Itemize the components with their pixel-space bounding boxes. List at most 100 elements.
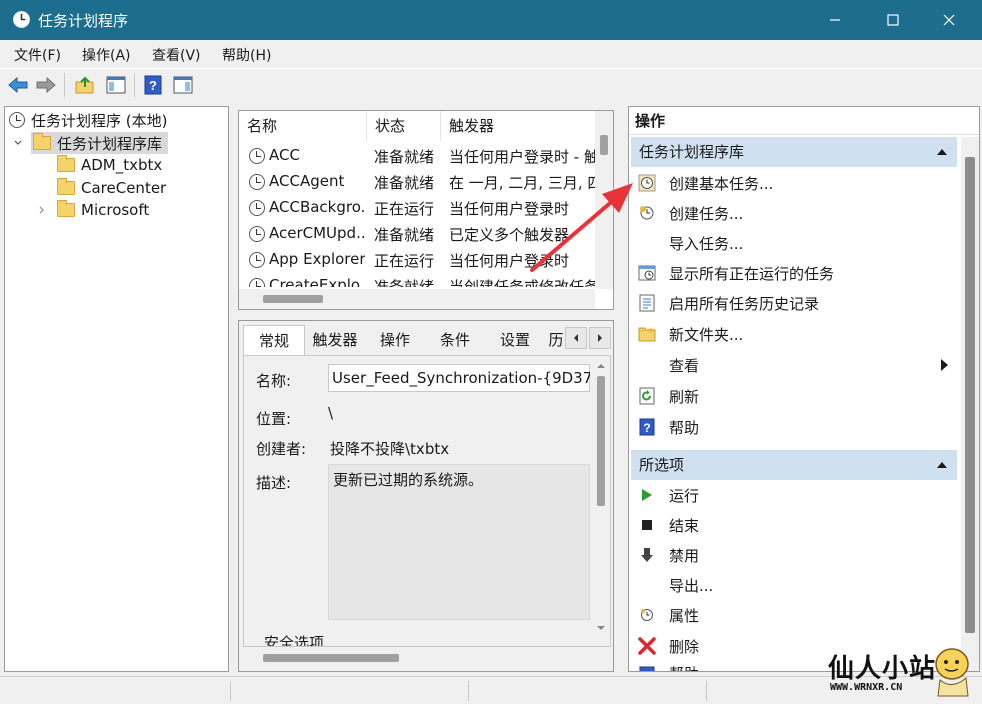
tree-node-root[interactable]: 任务计划程序 (本地) [9, 109, 167, 131]
tree-node-label: Microsoft [81, 201, 150, 219]
menu-help[interactable]: 帮助(H) [222, 45, 271, 65]
action-create-task[interactable]: 创建任务... [629, 198, 959, 228]
help-icon: ? [637, 417, 657, 437]
menu-bar: 文件(F) 操作(A) 查看(V) 帮助(H) [0, 40, 982, 68]
description-field[interactable]: 更新已过期的系统源。 [328, 464, 590, 620]
folder-icon [57, 155, 75, 172]
action-run[interactable]: 运行 [629, 480, 959, 510]
task-trigger: 已定义多个触发器 [449, 226, 570, 244]
action-view[interactable]: 查看 [629, 350, 959, 380]
action-label: 新文件夹... [669, 325, 744, 344]
tab-settings[interactable]: 设置 [485, 325, 545, 355]
column-header-trigger[interactable]: 触发器 [441, 111, 597, 141]
action-new-folder[interactable]: 新文件夹... [629, 319, 959, 349]
chevron-down-icon[interactable] [13, 138, 23, 148]
new-folder-icon [637, 324, 657, 344]
task-trigger: 当创建任务或修改任务 [449, 278, 595, 287]
status-divider [706, 681, 707, 701]
table-row[interactable]: ACC 准备就绪 当任何用户登录时 - 触 [239, 143, 595, 169]
action-end[interactable]: 结束 [629, 510, 959, 540]
table-row[interactable]: ACCAgent 准备就绪 在 一月, 二月, 三月, 四 [239, 169, 595, 195]
action-disable[interactable]: 禁用 [629, 540, 959, 570]
task-name: ACC [269, 146, 300, 164]
forward-button[interactable] [35, 74, 57, 96]
task-list-vertical-scrollbar[interactable] [595, 111, 613, 289]
column-header-name[interactable]: 名称 [239, 111, 367, 141]
task-list-horizontal-scrollbar[interactable] [239, 289, 595, 309]
tab-actions[interactable]: 操作 [365, 325, 425, 355]
folder-clock-icon [33, 133, 51, 150]
table-row[interactable]: App Explorer 正在运行 当任何用户登录时 [239, 247, 595, 273]
actions-vertical-scrollbar[interactable] [961, 137, 979, 671]
task-scheduler-app-icon [12, 10, 31, 29]
scrollbar-thumb[interactable] [600, 135, 608, 155]
task-trigger: 当任何用户登录时 [449, 200, 570, 218]
task-status: 准备就绪 [374, 174, 435, 192]
tree-node-carecenter[interactable]: CareCenter [57, 177, 166, 199]
name-field[interactable]: User_Feed_Synchronization-{9D37856 [328, 364, 590, 392]
minimize-icon [830, 19, 840, 21]
back-button[interactable] [7, 74, 29, 96]
minimize-button[interactable] [812, 0, 858, 40]
task-clock-icon [249, 278, 265, 287]
table-row[interactable]: ACCBackgro... 正在运行 当任何用户登录时 [239, 195, 595, 221]
scrollbar-thumb[interactable] [597, 376, 605, 506]
maximize-button[interactable] [870, 0, 916, 40]
author-label: 创建者: [256, 440, 307, 458]
tree-node-adm-txbtx[interactable]: ADM_txbtx [57, 154, 162, 176]
collapse-up-icon[interactable] [937, 148, 947, 155]
action-export[interactable]: 导出... [629, 570, 959, 600]
action-create-basic-task[interactable]: 创建基本任务... [629, 168, 959, 198]
tree-node-library[interactable]: 任务计划程序库 [13, 132, 169, 154]
action-import-task[interactable]: 导入任务... [629, 228, 959, 258]
show-hide-action-pane-button[interactable] [172, 74, 194, 96]
show-hide-console-tree-button[interactable] [105, 74, 127, 96]
maximize-icon [887, 14, 899, 26]
scroll-down-icon[interactable] [597, 624, 605, 632]
table-row[interactable]: CreateExplo... 准备就绪 当创建任务或修改任务 [239, 273, 595, 287]
scrollbar-thumb[interactable] [263, 295, 323, 303]
up-level-button[interactable] [74, 74, 96, 96]
action-refresh[interactable]: 刷新 [629, 381, 959, 411]
scrollbar-thumb[interactable] [263, 654, 399, 662]
submenu-arrow-icon [941, 359, 948, 371]
task-clock-icon [249, 252, 265, 268]
tab-conditions[interactable]: 条件 [425, 325, 485, 355]
menu-action[interactable]: 操作(A) [82, 45, 131, 65]
scroll-up-icon[interactable] [597, 362, 605, 370]
tab-history[interactable]: 历 [545, 325, 567, 355]
up-folder-icon [75, 76, 94, 94]
action-properties[interactable]: 属性 [629, 600, 959, 630]
name-value: User_Feed_Synchronization-{9D37856 [332, 369, 590, 387]
task-status: 准备就绪 [374, 148, 435, 166]
close-button[interactable] [926, 0, 972, 40]
section-header-library[interactable]: 任务计划程序库 [631, 137, 957, 167]
tab-scroll-left-button[interactable] [565, 327, 587, 349]
actions-pane: 操作 任务计划程序库 创建基本任务... 创建任务... 导入任务... 显示所… [628, 106, 980, 672]
action-help[interactable]: ? 帮助 [629, 412, 959, 442]
collapse-up-icon[interactable] [937, 461, 947, 468]
menu-file[interactable]: 文件(F) [14, 45, 61, 65]
tree-node-microsoft[interactable]: Microsoft [37, 199, 149, 221]
action-label: 结束 [669, 516, 700, 535]
scrollbar-thumb[interactable] [965, 157, 975, 633]
task-trigger: 当任何用户登录时 - 触 [449, 148, 595, 166]
chevron-right-icon[interactable] [37, 205, 47, 215]
column-header-status[interactable]: 状态 [367, 111, 441, 141]
task-clock-icon [249, 148, 265, 164]
action-enable-history[interactable]: 启用所有任务历史记录 [629, 288, 959, 318]
watermark-url: WWW.WRNXR.CN [830, 682, 903, 693]
create-basic-task-icon [637, 173, 657, 193]
help-button[interactable]: ? [142, 74, 164, 96]
action-label: 查看 [669, 356, 700, 375]
menu-view[interactable]: 查看(V) [152, 45, 201, 65]
action-show-running-tasks[interactable]: 显示所有正在运行的任务 [629, 258, 959, 288]
tab-triggers[interactable]: 触发器 [305, 325, 365, 355]
table-row[interactable]: AcerCMUpd... 准备就绪 已定义多个触发器 [239, 221, 595, 247]
detail-vertical-scrollbar[interactable] [594, 362, 608, 634]
action-label: 运行 [669, 486, 700, 505]
tab-general[interactable]: 常规 [243, 325, 305, 355]
detail-horizontal-scrollbar[interactable] [243, 649, 611, 665]
tab-scroll-right-button[interactable] [589, 327, 611, 349]
section-header-selected-item[interactable]: 所选项 [631, 450, 957, 480]
